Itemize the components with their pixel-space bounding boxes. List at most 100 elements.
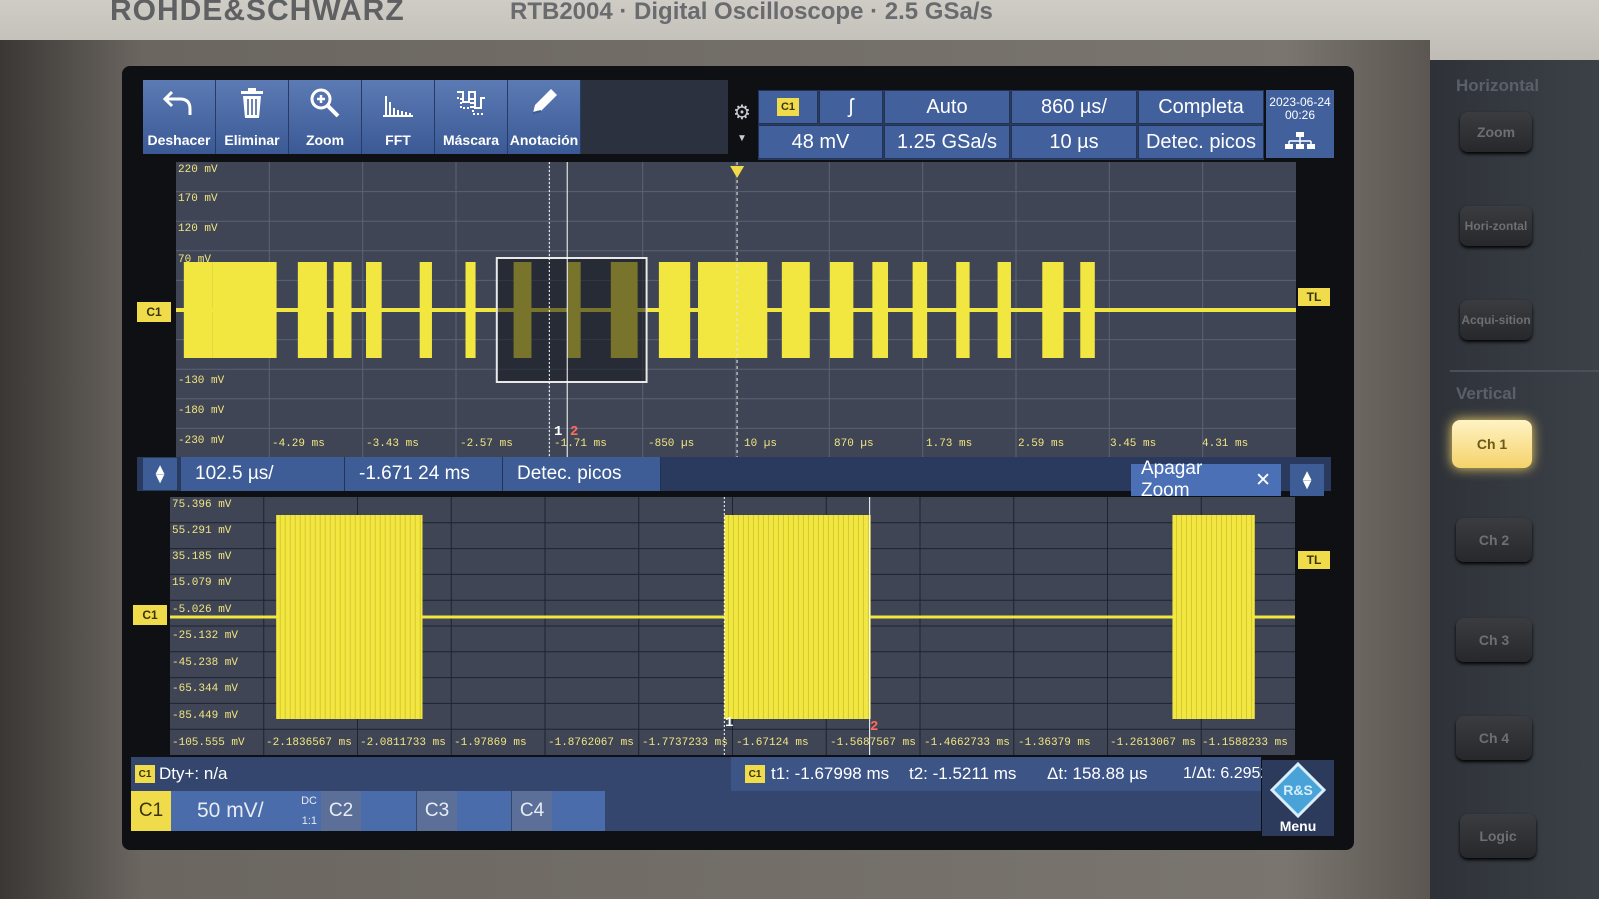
zoom-trigger-level-marker[interactable]: TL	[1298, 551, 1330, 569]
cursor-t2: t2: -1.5211 ms	[909, 764, 1017, 783]
zoom-hw-button[interactable]: Zoom	[1460, 112, 1532, 152]
sample-rate[interactable]: 1.25 GSa/s	[884, 125, 1010, 159]
trigger-mode[interactable]: Auto	[884, 90, 1010, 124]
main-y-label: 220 mV	[178, 164, 218, 176]
zoom-y-label: 35.185 mV	[172, 551, 232, 563]
zoom-scale-arrows[interactable]: ▲ ▼	[143, 458, 177, 490]
zoom-position[interactable]: -1.671 24 ms	[345, 457, 503, 491]
ch1-scale[interactable]: 50 mV/ DC 1:1	[171, 791, 321, 831]
settings-gear-button[interactable]: ⚙ ▼	[729, 100, 755, 148]
undo-button[interactable]: Deshacer	[143, 80, 216, 154]
fft-icon	[383, 96, 413, 117]
ch2-badge[interactable]: C2	[321, 791, 361, 831]
main-y-label: 120 mV	[178, 223, 218, 235]
cursor-channel-badge: C1	[745, 765, 765, 783]
resolution[interactable]: 10 µs	[1011, 125, 1137, 159]
main-y-label: -130 mV	[178, 375, 225, 387]
detect-mode[interactable]: Detec. picos	[1138, 125, 1264, 159]
burst	[829, 262, 854, 358]
zoom-cursor2-label: 2	[870, 719, 879, 735]
ch3-hw-button[interactable]: Ch 3	[1456, 618, 1532, 662]
cursor-delta-t: Δt: 158.88 µs	[1047, 764, 1148, 783]
delete-button[interactable]: Eliminar	[216, 80, 289, 154]
main-waveform-grid[interactable]: 220 mV 170 mV 120 mV 70 mV -130 mV -180 …	[176, 162, 1296, 458]
rs-logo-icon: R&S	[1270, 762, 1326, 818]
zoom-detect-mode[interactable]: Detec. picos	[503, 457, 661, 491]
trigger-source[interactable]: C1	[758, 90, 818, 124]
zoom-x-label: -1.1588233 ms	[1202, 737, 1288, 749]
trigger-level[interactable]: 48 mV	[758, 125, 883, 159]
pencil-icon	[532, 89, 557, 114]
gear-icon: ⚙	[733, 102, 751, 124]
main-y-label: -180 mV	[178, 405, 225, 417]
ch3-badge[interactable]: C3	[417, 791, 457, 831]
zoom-x-label: -1.2613067 ms	[1110, 737, 1196, 749]
zoom-y-label: 55.291 mV	[172, 525, 232, 537]
zoom-waveform-grid[interactable]: 75.396 mV 55.291 mV 35.185 mV 15.079 mV …	[170, 497, 1295, 755]
logic-hw-button[interactable]: Logic	[1460, 814, 1536, 858]
main-x-label: 2.59 ms	[1018, 438, 1065, 450]
horizontal-hw-button[interactable]: Hori-zontal	[1460, 206, 1532, 246]
ch4-badge[interactable]: C4	[512, 791, 552, 831]
zoom-window	[495, 257, 648, 383]
burst	[297, 262, 327, 358]
trigger-slope[interactable]: ʃ	[819, 90, 883, 124]
ch2-hw-button[interactable]: Ch 2	[1456, 518, 1532, 562]
burst	[912, 262, 928, 358]
main-cursor1-label: 1	[554, 424, 563, 440]
zoom-x-label: -1.8762067 ms	[548, 737, 634, 749]
annotation-button[interactable]: Anotación	[508, 80, 581, 154]
ch1-badge[interactable]: C1	[131, 791, 171, 831]
fft-label: FFT	[385, 132, 411, 148]
ch4-scale[interactable]	[552, 791, 605, 831]
zoom-window-arrows[interactable]: ▲ ▼	[1290, 464, 1324, 496]
duty-cycle-readout[interactable]: Dty+: n/a	[159, 757, 228, 791]
horizontal-section-title: Horizontal	[1456, 76, 1540, 95]
ch1-coupling: DC	[301, 795, 317, 807]
zoom-x-label: -1.7737233 ms	[642, 737, 728, 749]
ch4-hw-button[interactable]: Ch 4	[1456, 716, 1532, 760]
measurement-bar: C1 Dty+: n/a C1 t1: -1.67998 ms t2: -1.5…	[131, 757, 1310, 791]
mask-button[interactable]: Máscara	[435, 80, 508, 154]
burst	[276, 515, 423, 719]
time-base[interactable]: 860 µs/	[1011, 90, 1137, 124]
fft-button[interactable]: FFT	[362, 80, 435, 154]
burst	[724, 515, 871, 719]
zoom-button[interactable]: Zoom	[289, 80, 362, 154]
zoom-label: Zoom	[305, 132, 345, 148]
zoom-y-label: -5.026 mV	[172, 604, 232, 616]
brand-logo: ROHDE&SCHWARZ	[110, 0, 405, 27]
zoom-y-label: 15.079 mV	[172, 577, 232, 589]
zoom-y-label: -45.238 mV	[172, 657, 239, 669]
zoom-y-label: -105.555 mV	[172, 737, 245, 749]
zoom-off-button[interactable]: Apagar Zoom ✕	[1131, 458, 1281, 501]
acquisition-mode[interactable]: Completa	[1138, 90, 1264, 124]
annotation-label: Anotación	[509, 132, 579, 148]
dty-channel-badge: C1	[135, 765, 155, 783]
zoom-time-div[interactable]: 102.5 µs/	[181, 457, 345, 491]
main-y-label: 70 mV	[178, 254, 212, 266]
burst	[956, 262, 970, 358]
ch2-scale[interactable]	[361, 791, 416, 831]
cursor-t1: t1: -1.67998 ms	[771, 764, 890, 783]
ch3-scale[interactable]	[457, 791, 511, 831]
burst	[997, 262, 1011, 358]
zoom-x-label: -1.67124 ms	[736, 737, 809, 749]
trigger-info-panel: C1 ʃ 48 mV Auto 1.25 GSa/s 860 µs/ 10 µs…	[758, 90, 1264, 160]
ch1-hw-button[interactable]: Ch 1	[1452, 420, 1532, 468]
date-time[interactable]: 2023-06-24 00:26	[1266, 90, 1334, 158]
acquisition-hw-button[interactable]: Acqui-sition	[1460, 300, 1532, 340]
channel-bar: C1 50 mV/ DC 1:1 C2 C3 C4	[131, 791, 1261, 831]
burst	[697, 262, 768, 358]
zoom-x-label: -1.97869 ms	[454, 737, 527, 749]
burst	[658, 262, 691, 358]
main-channel-marker[interactable]: C1	[137, 302, 171, 322]
burst	[872, 262, 889, 358]
main-y-label: 170 mV	[178, 193, 218, 205]
menu-button[interactable]: R&S Menu	[1262, 760, 1334, 836]
chevron-down-icon: ▼	[737, 133, 747, 144]
zoom-channel-marker[interactable]: C1	[133, 605, 167, 625]
main-x-label: -2.57 ms	[460, 438, 513, 450]
main-trigger-level-marker[interactable]: TL	[1298, 288, 1330, 306]
main-x-label: -3.43 ms	[366, 438, 419, 450]
